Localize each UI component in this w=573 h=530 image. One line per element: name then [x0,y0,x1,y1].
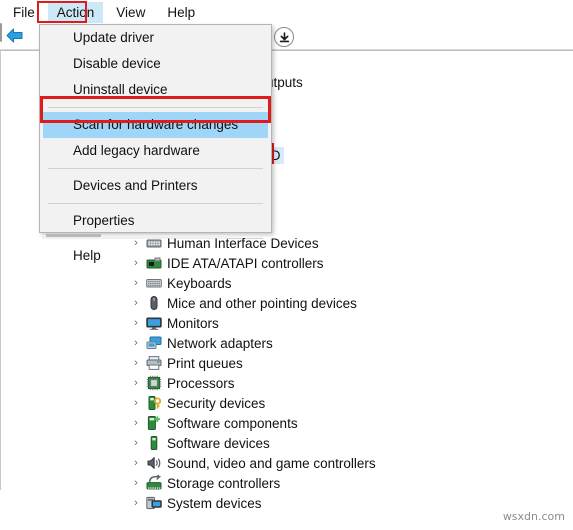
device-tree-row[interactable]: › Sound, video and game controllers [128,453,376,473]
device-tree-label: Security devices [167,395,266,411]
menu-item-devices-and-printers[interactable]: Devices and Printers [40,173,271,199]
keyboard-icon [144,275,164,291]
mouse-icon [144,295,164,311]
chevron-right-icon[interactable]: › [128,397,144,409]
menubar-item-help[interactable]: Help [158,2,204,23]
device-tree-row[interactable]: › Security devices [128,393,376,413]
menubar-item-action[interactable]: Action [47,1,104,23]
device-tree-row[interactable]: › Mice and other pointing devices [128,293,376,313]
device-tree-row[interactable]: › Keyboards [128,273,376,293]
chevron-right-icon[interactable]: › [128,237,144,249]
device-tree-row[interactable]: › Monitors [128,313,376,333]
device-tree-label: Network adapters [167,335,273,351]
printer-icon [144,355,164,371]
scan-for-hardware-changes-icon[interactable] [274,27,294,47]
device-tree-row[interactable]: › Software components [128,413,376,433]
software-device-icon [144,435,164,451]
watermark: wsxdn.com [502,510,565,523]
device-tree-label: IDE ATA/ATAPI controllers [167,255,324,271]
ide-controller-icon [144,255,164,271]
device-tree-label: Print queues [167,355,243,371]
menu-item-properties[interactable]: Properties [40,208,271,234]
chevron-right-icon[interactable]: › [128,377,144,389]
properties-icon[interactable] [0,23,2,42]
chevron-right-icon[interactable]: › [128,477,144,489]
monitor-icon [144,315,164,331]
chevron-right-icon[interactable]: › [128,317,144,329]
chevron-right-icon[interactable]: › [128,297,144,309]
device-tree-row[interactable]: › Print queues [128,353,376,373]
device-tree-label: Software components [167,415,298,431]
processor-icon [144,375,164,391]
network-adapter-icon [144,335,164,351]
menu-item-update-driver[interactable]: Update driver [40,25,271,51]
device-tree-label: Keyboards [167,275,232,291]
device-tree-row[interactable]: › Human Interface Devices [128,233,376,253]
software-component-icon [144,415,164,431]
device-tree-label: Mice and other pointing devices [167,295,357,311]
menu-separator [48,203,263,204]
chevron-right-icon[interactable]: › [128,337,144,349]
menubar-item-file[interactable]: File [4,2,44,23]
speaker-icon [144,455,164,471]
chevron-right-icon[interactable]: › [128,357,144,369]
device-tree-row[interactable]: › System devices [128,493,376,513]
device-tree: › Human Interface Devices › IDE ATA/ATAPI c… [128,233,376,513]
device-tree-row[interactable]: › Storage controllers [128,473,376,493]
menu-item-add-legacy-hardware[interactable]: Add legacy hardware [40,138,271,164]
horizontal-scrollbar-thumb[interactable] [46,234,101,237]
menu-item-uninstall-device[interactable]: Uninstall device [40,77,271,103]
chevron-right-icon[interactable]: › [128,417,144,429]
device-tree-label: Human Interface Devices [167,235,319,251]
device-tree-row[interactable]: › Processors [128,373,376,393]
device-tree-row[interactable]: › Software devices [128,433,376,453]
chevron-right-icon[interactable]: › [128,497,144,509]
chevron-right-icon[interactable]: › [128,437,144,449]
device-tree-label: System devices [167,495,262,511]
system-device-icon [144,495,164,511]
device-tree-label: Processors [167,375,235,391]
device-tree-label: Storage controllers [167,475,281,491]
storage-controller-icon [144,475,164,491]
chevron-right-icon[interactable]: › [128,277,144,289]
menu-item-disable-device[interactable]: Disable device [40,51,271,77]
chevron-right-icon[interactable]: › [128,457,144,469]
device-tree-label: Sound, video and game controllers [167,455,376,471]
menu-bar: File Action View Help [0,0,573,24]
chevron-right-icon[interactable]: › [128,257,144,269]
menu-separator [48,107,263,108]
device-tree-row[interactable]: › IDE ATA/ATAPI controllers [128,253,376,273]
security-device-icon [144,395,164,411]
menu-separator [48,168,263,169]
device-tree-label: Software devices [167,435,270,451]
action-dropdown-menu: Update driver Disable device Uninstall d… [39,24,272,263]
menubar-item-view[interactable]: View [107,2,154,23]
hid-icon [144,235,164,251]
device-tree-label: Monitors [167,315,219,331]
content-left-border [0,50,1,490]
device-tree-row[interactable]: › Network adapters [128,333,376,353]
back-arrow-icon[interactable] [5,27,24,49]
menu-item-scan-for-hardware-changes[interactable]: Scan for hardware changes [43,112,268,138]
